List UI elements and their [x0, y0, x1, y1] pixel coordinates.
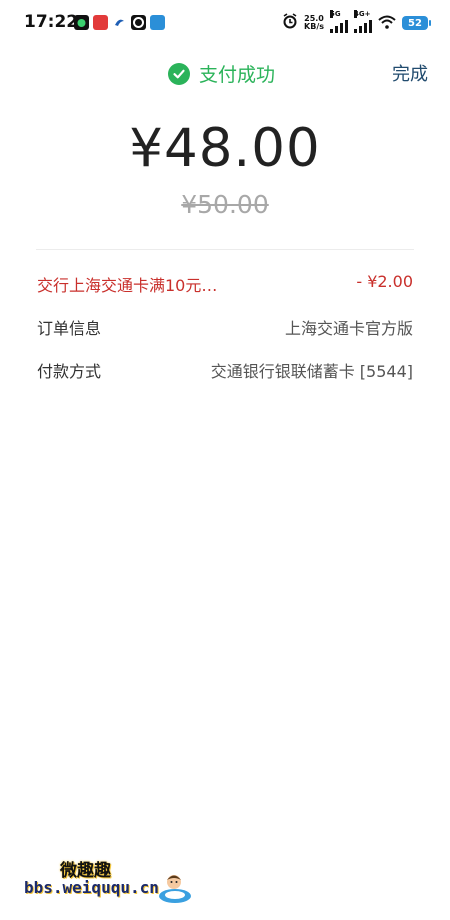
discount-label: 交行上海交通卡满10元… [37, 276, 218, 295]
net-speed-unit: KB/s [304, 22, 324, 31]
watermark-mascot-icon [156, 868, 194, 906]
order-info-value: 上海交通卡官方版 [284, 319, 413, 338]
title-group: 支付成功 [168, 60, 275, 87]
watermark-url: bbs.weiququ.cn [24, 878, 159, 897]
alarm-icon [282, 13, 298, 33]
status-bar: 17:22 25.0 KB/s 5G 4G+ 52 [0, 0, 450, 46]
payment-method-row[interactable]: 付款方式 交通银行银联储蓄卡 [5544] [37, 358, 413, 382]
done-button[interactable]: 完成 [392, 60, 428, 86]
discount-row[interactable]: 交行上海交通卡满10元… - ¥2.00 [37, 272, 413, 296]
app-notification-icon-2 [93, 15, 108, 30]
status-time: 17:22 [24, 12, 79, 32]
battery-icon: 52 [402, 16, 431, 30]
signal-icon-4g: 4G+ [354, 10, 372, 33]
app-notification-icon-3 [112, 15, 127, 30]
title-bar: 支付成功 完成 [0, 58, 450, 88]
payment-method-value: 交通银行银联储蓄卡 [5544] [210, 362, 413, 381]
net-speed: 25.0 KB/s [304, 15, 324, 31]
divider [36, 249, 414, 250]
app-notification-icon-5 [150, 15, 165, 30]
order-info-label: 订单信息 [37, 319, 102, 338]
order-info-row[interactable]: 订单信息 上海交通卡官方版 [37, 315, 413, 339]
wifi-icon [378, 14, 396, 33]
paid-amount: ¥48.00 [129, 118, 321, 179]
original-amount: ¥50.00 [181, 190, 269, 219]
watermark: 微趣趣 bbs.weiququ.cn [22, 852, 202, 912]
status-indicators: 25.0 KB/s 5G 4G+ 52 [282, 10, 431, 34]
signal-icon-5g: 5G [330, 10, 348, 33]
app-notification-icon-4 [131, 15, 146, 30]
page-title: 支付成功 [199, 64, 276, 86]
discount-value: - ¥2.00 [356, 272, 413, 291]
signal-4g-label: 4G+ [354, 10, 371, 18]
payment-method-label: 付款方式 [37, 362, 102, 381]
signal-5g-label: 5G [330, 10, 341, 18]
success-check-icon [168, 62, 190, 85]
app-notification-icon-1 [74, 15, 89, 30]
